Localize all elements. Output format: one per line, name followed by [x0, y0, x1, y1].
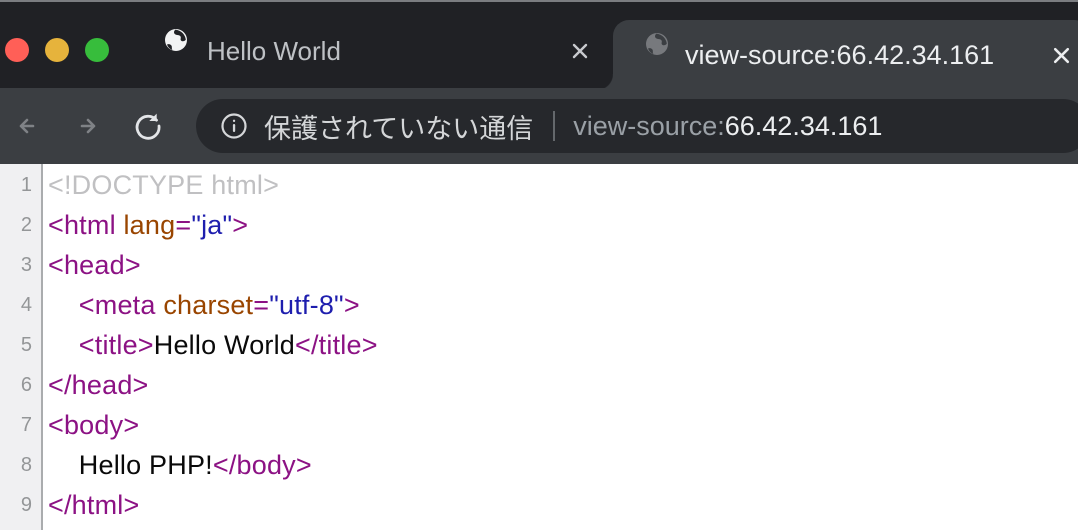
security-status-label: 保護されていない通信 [264, 107, 533, 146]
back-button[interactable] [1, 100, 53, 152]
code-token-doctype: <!DOCTYPE html> [48, 170, 279, 200]
url-scheme: view-source: [573, 111, 725, 142]
view-source-content: 1<!DOCTYPE html>2<html lang="ja">3<head>… [0, 164, 1078, 530]
code-token-tag: </head> [48, 370, 149, 400]
code-token-tag: <meta [48, 290, 163, 320]
line-number: 4 [0, 285, 41, 325]
code-token-tag: <title> [48, 330, 154, 360]
code-token-tag: </title> [295, 330, 378, 360]
code-text: <body> [41, 405, 139, 445]
forward-button[interactable] [62, 100, 114, 152]
traffic-light-minimize-button[interactable] [45, 38, 69, 62]
globe-icon [164, 28, 188, 52]
line-number: 7 [0, 405, 41, 445]
code-token-tag: </body> [213, 450, 312, 480]
code-token-val: "utf-8" [269, 290, 344, 320]
tab-hello-world[interactable]: Hello World [140, 14, 610, 88]
source-line: 9</html> [0, 485, 1078, 525]
code-token-attr: lang [123, 210, 175, 240]
reload-button[interactable] [122, 100, 174, 152]
code-text: Hello PHP!</body> [41, 445, 312, 485]
line-number: 3 [0, 245, 41, 285]
source-lines: 1<!DOCTYPE html>2<html lang="ja">3<head>… [0, 165, 1078, 525]
source-line: 5 <title>Hello World</title> [0, 325, 1078, 365]
source-line: 1<!DOCTYPE html> [0, 165, 1078, 205]
source-line: 4 <meta charset="utf-8"> [0, 285, 1078, 325]
source-line: 3<head> [0, 245, 1078, 285]
browser-window: Hello World view-source:66.42.34.161 [0, 0, 1078, 530]
code-text: <meta charset="utf-8"> [41, 285, 360, 325]
code-token-tag: <html [48, 210, 123, 240]
tab-close-icon[interactable] [565, 36, 595, 66]
traffic-light-zoom-button[interactable] [85, 38, 109, 62]
code-token-text: Hello World [154, 330, 295, 360]
site-info-icon[interactable] [220, 112, 248, 140]
globe-icon-dimmed [645, 32, 669, 56]
code-text: <!DOCTYPE html> [41, 165, 279, 205]
line-number: 9 [0, 485, 41, 525]
source-line: 6</head> [0, 365, 1078, 405]
code-text: <html lang="ja"> [41, 205, 248, 245]
code-token-tag: = [253, 290, 269, 320]
omnibox-separator [553, 111, 555, 141]
code-text: </html> [41, 485, 139, 525]
line-number: 6 [0, 365, 41, 405]
code-text: <head> [41, 245, 141, 285]
line-number: 5 [0, 325, 41, 365]
source-line: 7<body> [0, 405, 1078, 445]
code-token-tag: > [344, 290, 360, 320]
code-token-tag: > [232, 210, 248, 240]
line-number: 8 [0, 445, 41, 485]
browser-toolbar: 保護されていない通信 view-source: 66.42.34.161 [0, 88, 1078, 164]
line-number: 2 [0, 205, 41, 245]
tab-title: view-source:66.42.34.161 [685, 20, 994, 90]
line-number: 1 [0, 165, 41, 205]
code-token-val: "ja" [191, 210, 232, 240]
code-token-tag: </html> [48, 490, 139, 520]
code-token-tag: <head> [48, 250, 141, 280]
code-token-tag: <body> [48, 410, 139, 440]
code-token-attr: charset [163, 290, 253, 320]
code-text: <title>Hello World</title> [41, 325, 378, 365]
tab-strip: Hello World view-source:66.42.34.161 [0, 2, 1078, 88]
source-line: 8 Hello PHP!</body> [0, 445, 1078, 485]
traffic-light-close-button[interactable] [5, 38, 29, 62]
tab-close-icon[interactable] [1046, 40, 1076, 70]
code-token-tag: = [175, 210, 191, 240]
tab-view-source[interactable]: view-source:66.42.34.161 [613, 20, 1078, 90]
code-token-text: Hello PHP! [48, 450, 213, 480]
address-bar[interactable]: 保護されていない通信 view-source: 66.42.34.161 [196, 99, 1078, 153]
tab-title: Hello World [207, 14, 341, 88]
source-line: 2<html lang="ja"> [0, 205, 1078, 245]
url-host: 66.42.34.161 [725, 111, 883, 142]
code-text: </head> [41, 365, 149, 405]
